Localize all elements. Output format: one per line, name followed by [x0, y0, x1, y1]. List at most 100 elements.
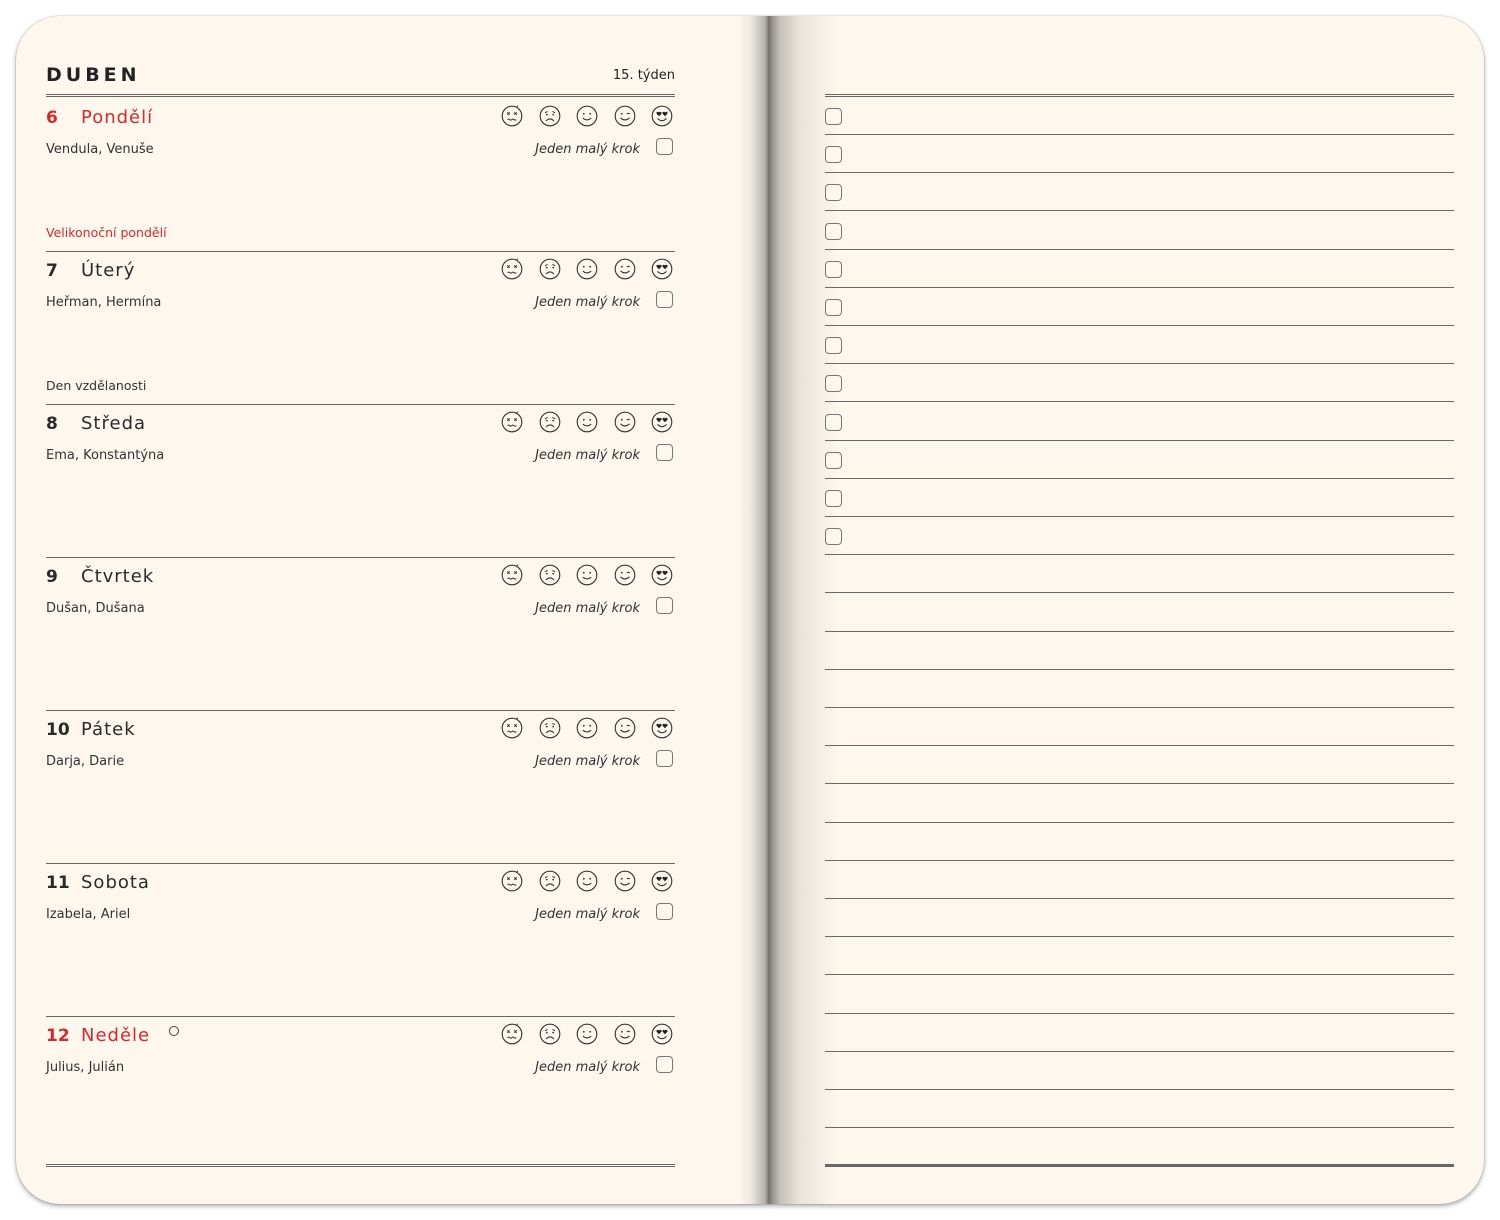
sad-face-icon[interactable]: [539, 411, 561, 433]
winking-face-icon[interactable]: [614, 411, 636, 433]
day-number: 9: [46, 567, 58, 587]
notes-checkbox[interactable]: [825, 375, 842, 392]
winking-face-icon[interactable]: [614, 717, 636, 739]
small-step-checkbox[interactable]: [656, 903, 673, 920]
day-entry: 11 Sobota Izabela, Ariel Jeden malý krok: [46, 863, 675, 1016]
ruled-line: [825, 287, 1454, 288]
day-number: 7: [46, 261, 58, 281]
neutral-smile-face-icon[interactable]: [576, 1023, 598, 1045]
notes-checkbox[interactable]: [825, 261, 842, 278]
small-step-label: Jeden malý krok: [535, 601, 640, 616]
heart-eyes-face-icon[interactable]: [651, 564, 673, 586]
day-entry: 8 Středa Ema, Konstantýna Jeden malý krok: [46, 404, 675, 557]
notes-checkbox[interactable]: [825, 223, 842, 240]
day-divider: [46, 863, 675, 864]
notes-checkbox[interactable]: [825, 108, 842, 125]
sad-face-icon[interactable]: [539, 1023, 561, 1045]
sad-face-icon[interactable]: [539, 564, 561, 586]
day-number: 10: [46, 720, 70, 740]
winking-face-icon[interactable]: [614, 1023, 636, 1045]
day-divider: [46, 557, 675, 558]
notes-checkbox[interactable]: [825, 184, 842, 201]
day-divider: [46, 251, 675, 252]
neutral-smile-face-icon[interactable]: [576, 258, 598, 280]
day-name: Pondělí: [81, 107, 154, 128]
ruled-line: [825, 1127, 1454, 1128]
small-step-label: Jeden malý krok: [535, 448, 640, 463]
dizzy-face-icon[interactable]: [501, 105, 523, 127]
planner-spread: DUBEN 15. týden 6 Pondělí Vendula, Venuše J…: [16, 16, 1484, 1204]
day-name: Neděle: [81, 1025, 151, 1046]
neutral-smile-face-icon[interactable]: [576, 564, 598, 586]
ruled-line: [825, 745, 1454, 746]
day-name: Pátek: [81, 719, 136, 740]
winking-face-icon[interactable]: [614, 258, 636, 280]
dizzy-face-icon[interactable]: [501, 411, 523, 433]
notes-checkbox[interactable]: [825, 528, 842, 545]
small-step-checkbox[interactable]: [656, 1056, 673, 1073]
ruled-line: [825, 516, 1454, 517]
ruled-line: [825, 860, 1454, 861]
header-double-rule: [46, 94, 675, 97]
ruled-line: [825, 631, 1454, 632]
sad-face-icon[interactable]: [539, 105, 561, 127]
day-number: 8: [46, 414, 58, 434]
neutral-smile-face-icon[interactable]: [576, 105, 598, 127]
dizzy-face-icon[interactable]: [501, 564, 523, 586]
dizzy-face-icon[interactable]: [501, 258, 523, 280]
small-step-label: Jeden malý krok: [535, 142, 640, 157]
day-name: Čtvrtek: [81, 566, 155, 587]
ruled-line: [825, 974, 1454, 975]
ruled-line: [825, 783, 1454, 784]
notes-checkbox[interactable]: [825, 337, 842, 354]
day-number: 11: [46, 873, 70, 893]
notes-footer-double-rule: [825, 1164, 1454, 1167]
neutral-smile-face-icon[interactable]: [576, 717, 598, 739]
winking-face-icon[interactable]: [614, 870, 636, 892]
ruled-line: [825, 440, 1454, 441]
holiday-label: Velikonoční pondělí: [46, 225, 167, 240]
heart-eyes-face-icon[interactable]: [651, 1023, 673, 1045]
name-day: Dušan, Dušana: [46, 601, 145, 616]
sad-face-icon[interactable]: [539, 258, 561, 280]
sad-face-icon[interactable]: [539, 717, 561, 739]
small-step-checkbox[interactable]: [656, 138, 673, 155]
small-step-checkbox[interactable]: [656, 444, 673, 461]
ruled-line: [825, 478, 1454, 479]
day-entry: 12 Neděle Julius, Julián Jeden malý krok: [46, 1016, 675, 1169]
heart-eyes-face-icon[interactable]: [651, 105, 673, 127]
sad-face-icon[interactable]: [539, 870, 561, 892]
dizzy-face-icon[interactable]: [501, 717, 523, 739]
small-step-label: Jeden malý krok: [535, 907, 640, 922]
notes-checkbox[interactable]: [825, 414, 842, 431]
notes-checkbox[interactable]: [825, 490, 842, 507]
day-name: Středa: [81, 413, 147, 434]
heart-eyes-face-icon[interactable]: [651, 411, 673, 433]
name-day: Vendula, Venuše: [46, 142, 154, 157]
notes-checkbox[interactable]: [825, 452, 842, 469]
dizzy-face-icon[interactable]: [501, 1023, 523, 1045]
small-step-checkbox[interactable]: [656, 291, 673, 308]
heart-eyes-face-icon[interactable]: [651, 870, 673, 892]
small-step-checkbox[interactable]: [656, 597, 673, 614]
ruled-line: [825, 707, 1454, 708]
neutral-smile-face-icon[interactable]: [576, 870, 598, 892]
neutral-smile-face-icon[interactable]: [576, 411, 598, 433]
heart-eyes-face-icon[interactable]: [651, 717, 673, 739]
ruled-line: [825, 592, 1454, 593]
small-step-label: Jeden malý krok: [535, 1060, 640, 1075]
winking-face-icon[interactable]: [614, 564, 636, 586]
notes-checkbox[interactable]: [825, 146, 842, 163]
moon-phase-icon: [169, 1026, 179, 1036]
day-number: 12: [46, 1026, 70, 1046]
winking-face-icon[interactable]: [614, 105, 636, 127]
ruled-line: [825, 554, 1454, 555]
heart-eyes-face-icon[interactable]: [651, 258, 673, 280]
day-entry: 6 Pondělí Vendula, Venuše Jeden malý krok Ve…: [46, 98, 675, 251]
notes-checkbox[interactable]: [825, 299, 842, 316]
dizzy-face-icon[interactable]: [501, 870, 523, 892]
ruled-line: [825, 822, 1454, 823]
week-number: 15. týden: [612, 68, 675, 83]
small-step-label: Jeden malý krok: [535, 295, 640, 310]
small-step-checkbox[interactable]: [656, 750, 673, 767]
